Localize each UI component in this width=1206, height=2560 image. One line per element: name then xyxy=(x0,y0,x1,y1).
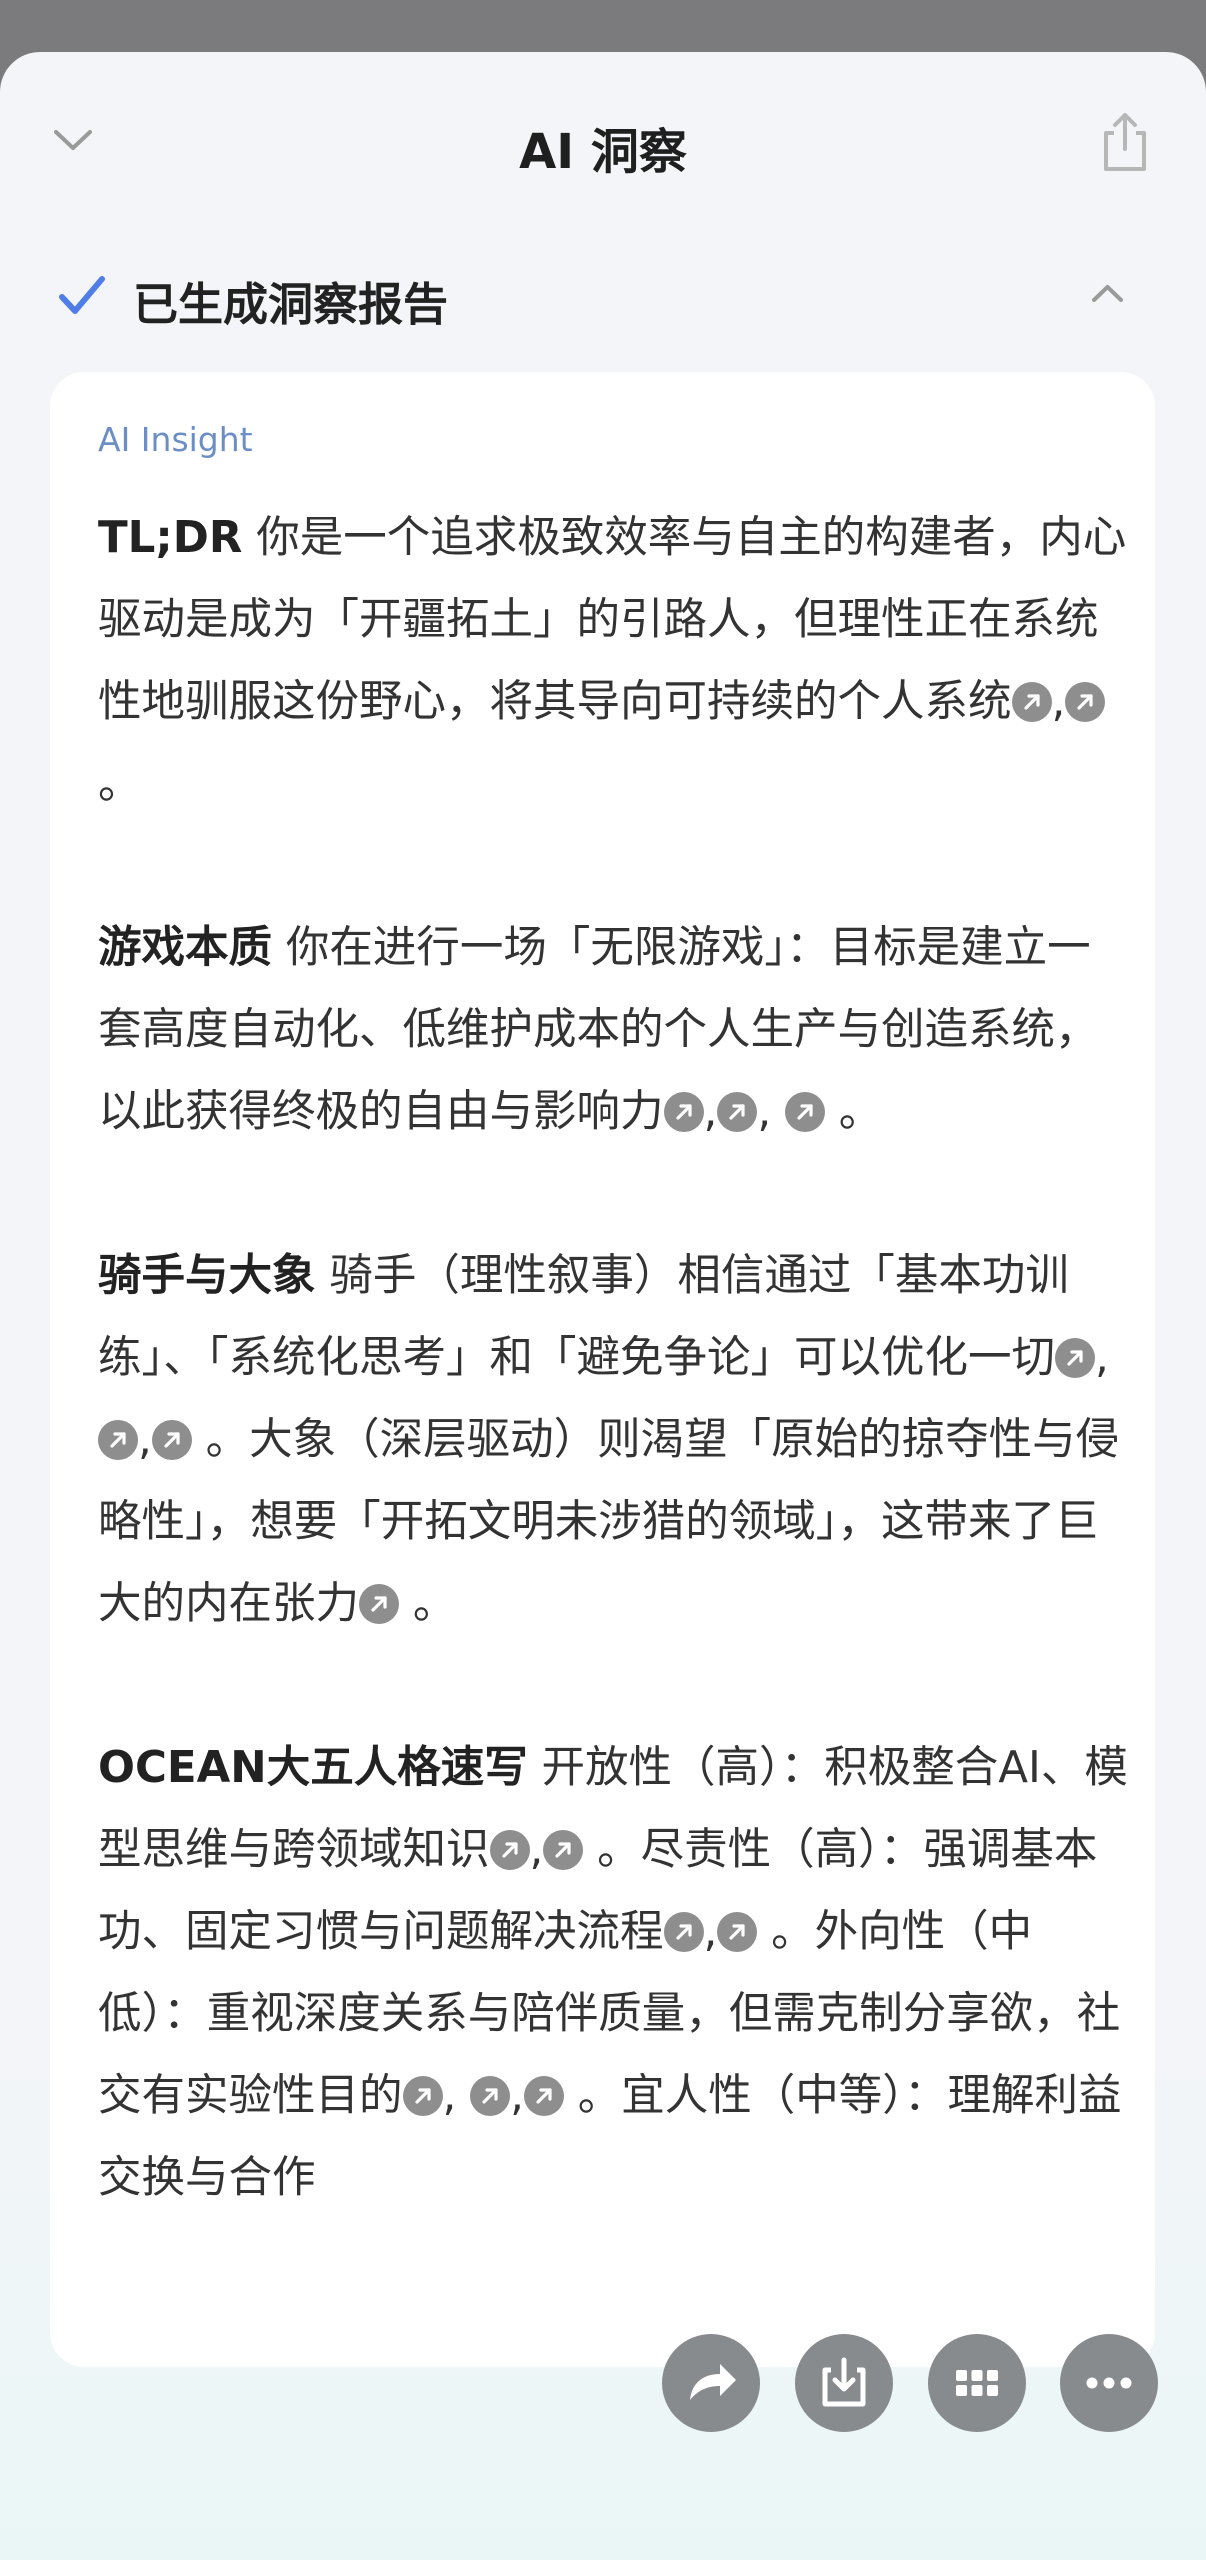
paragraph-heading: 骑手与大象 xyxy=(98,1251,316,1301)
share-button[interactable] xyxy=(1090,107,1160,177)
citation-link-icon[interactable] xyxy=(543,1830,584,1870)
report-status-text: 已生成洞察报告 xyxy=(133,278,449,331)
paragraph-text: , xyxy=(529,1825,544,1875)
sheet-header: AI 洞察 xyxy=(0,52,1206,237)
grid-icon xyxy=(956,2370,998,2396)
more-horizontal-icon xyxy=(1086,2377,1132,2389)
citation-link-icon[interactable] xyxy=(1055,1338,1095,1378)
download-button[interactable] xyxy=(795,2334,893,2432)
paragraph-text: , xyxy=(703,1907,718,1957)
citation-link-icon[interactable] xyxy=(151,1420,192,1460)
paragraph-heading: 游戏本质 xyxy=(98,923,272,973)
share-icon xyxy=(1104,113,1146,171)
paragraph-text: , xyxy=(1095,1333,1109,1383)
forward-button[interactable] xyxy=(662,2334,760,2432)
citation-link-icon[interactable] xyxy=(1065,682,1106,722)
insight-paragraph: 游戏本质 你在进行一场「无限游戏」：目标是建立一套高度自动化、低维护成本的个人生… xyxy=(98,907,1128,1153)
paragraph-text: , xyxy=(510,2071,524,2121)
report-status-row[interactable]: 已生成洞察报告 xyxy=(0,252,1206,342)
insight-card: AI Insight TL;DR 你是一个追求极致效率与自主的构建者，内心驱动是… xyxy=(50,372,1155,2367)
insight-paragraph: 骑手与大象 骑手（理性叙事）相信通过「基本功训练」、「系统化思考」和「避免争论」… xyxy=(98,1235,1128,1645)
download-icon xyxy=(822,2357,866,2407)
paragraph-text: 你是一个追求极致效率与自主的构建者，内心驱动是成为「开疆拓土」的引路人，但理性正… xyxy=(98,513,1127,727)
insight-paragraph: TL;DR 你是一个追求极致效率与自主的构建者，内心驱动是成为「开疆拓土」的引路… xyxy=(98,497,1128,825)
paragraph-text: , xyxy=(757,1087,785,1137)
citation-link-icon[interactable] xyxy=(784,1092,825,1132)
citation-link-icon[interactable] xyxy=(523,2076,564,2116)
citation-link-icon[interactable] xyxy=(663,1912,704,1952)
insight-paragraph: OCEAN大五人格速写 开放性（高）：积极整合AI、模型思维与跨领域知识, 。尽… xyxy=(98,1727,1128,2219)
paragraph-heading: OCEAN大五人格速写 xyxy=(98,1743,528,1793)
citation-link-icon[interactable] xyxy=(402,2076,443,2116)
insight-sheet: AI 洞察 已生成洞察报告 AI Insight TL;DR 你是一个追求极致效… xyxy=(0,52,1206,2560)
paragraph-text: 。 xyxy=(399,1579,457,1629)
paragraph-text: 。 xyxy=(824,1087,883,1137)
chevron-up-icon[interactable] xyxy=(1085,272,1130,317)
paragraph-heading: TL;DR xyxy=(98,513,243,563)
citation-link-icon[interactable] xyxy=(717,1912,758,1952)
paragraph-text: , xyxy=(1051,677,1066,727)
paragraph-text: 。大象（深层驱动）则渴望「原始的掠夺性与侵略性」，想要「开拓文明未涉猎的领域」，… xyxy=(98,1415,1120,1629)
paragraph-text: , xyxy=(138,1415,152,1465)
paragraph-text: , xyxy=(703,1087,718,1137)
status-bar-background xyxy=(0,0,1206,60)
card-label: AI Insight xyxy=(98,420,253,459)
citation-link-icon[interactable] xyxy=(359,1584,399,1624)
paragraph-text: 。 xyxy=(98,759,142,809)
insight-content: TL;DR 你是一个追求极致效率与自主的构建者，内心驱动是成为「开疆拓土」的引路… xyxy=(98,497,1128,2301)
citation-link-icon[interactable] xyxy=(98,1420,138,1460)
citation-link-icon[interactable] xyxy=(489,1830,530,1870)
apps-button[interactable] xyxy=(928,2334,1026,2432)
page-title: AI 洞察 xyxy=(519,124,687,180)
forward-arrow-icon xyxy=(690,2364,736,2400)
citation-link-icon[interactable] xyxy=(663,1092,704,1132)
citation-link-icon[interactable] xyxy=(470,2076,511,2116)
check-icon xyxy=(59,276,105,314)
paragraph-text: , xyxy=(442,2071,471,2121)
more-button[interactable] xyxy=(1060,2334,1158,2432)
citation-link-icon[interactable] xyxy=(717,1092,758,1132)
citation-link-icon[interactable] xyxy=(1011,682,1052,722)
floating-action-bar xyxy=(660,2334,1160,2434)
